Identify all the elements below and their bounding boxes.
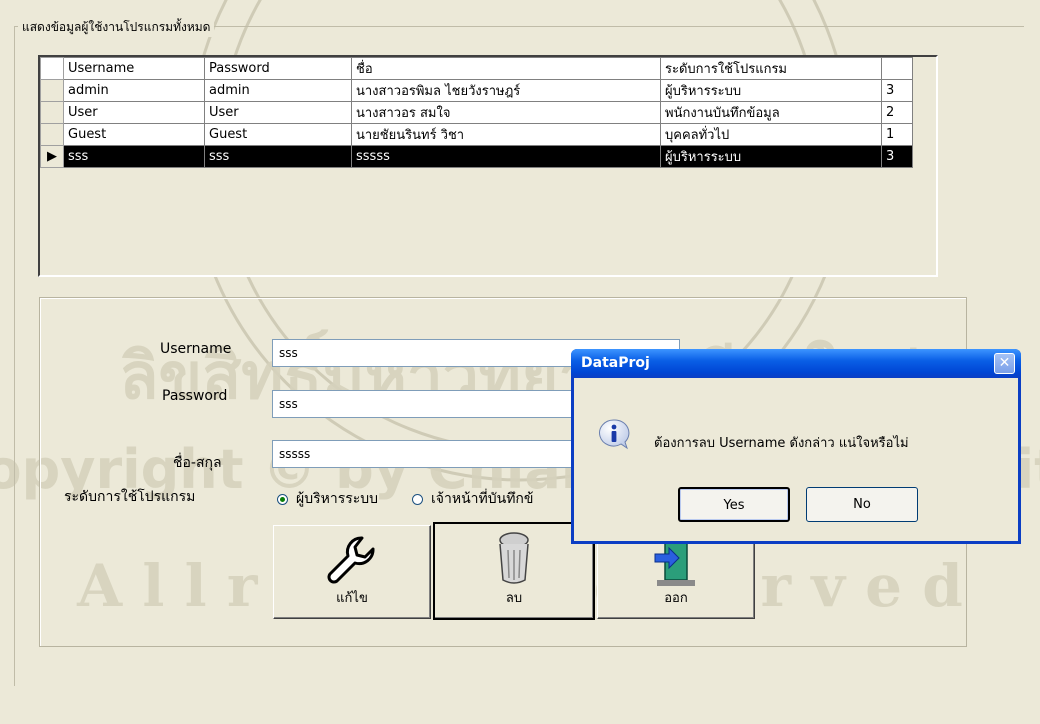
cell-password[interactable]: admin [204, 79, 352, 102]
wrench-icon [327, 536, 375, 584]
yes-button[interactable]: Yes [678, 487, 790, 522]
cell-password[interactable]: User [204, 101, 352, 124]
dialog-title: DataProj [581, 355, 650, 371]
password-label: Password [162, 388, 228, 404]
radio-selected-indicator[interactable] [277, 493, 288, 505]
table-header-row: Username Password ชื่อ ระดับการใช้โปรแกร… [40, 57, 913, 80]
cell-level[interactable]: ผู้บริหารระบบ [660, 145, 882, 168]
table-row[interactable]: User User นางสาวอร สมใจ พนักงานบันทึกข้อ… [40, 101, 913, 124]
delete-button-label: ลบ [505, 591, 523, 606]
cell-name[interactable]: นางสาวอร สมใจ [351, 101, 661, 124]
cell-level-code[interactable]: 2 [881, 101, 913, 124]
dialog-titlebar[interactable]: DataProj ✕ [571, 349, 1021, 378]
column-header-level[interactable]: ระดับการใช้โปรแกรม [660, 57, 882, 80]
cell-name[interactable]: นายชัยนรินทร์ วิชา [351, 123, 661, 146]
group-frame-left [14, 26, 15, 686]
users-data-grid[interactable]: Username Password ชื่อ ระดับการใช้โปรแกร… [38, 55, 938, 277]
row-selector[interactable] [40, 123, 64, 146]
column-header-name[interactable]: ชื่อ [351, 57, 661, 80]
trash-can-icon [499, 532, 529, 584]
cell-name[interactable]: นางสาวอรพิมล ไชยวังราษฎร์ [351, 79, 661, 102]
close-icon[interactable]: ✕ [994, 353, 1015, 374]
cell-password[interactable]: Guest [204, 123, 352, 146]
information-icon [599, 419, 630, 450]
username-label: Username [160, 341, 232, 357]
cell-name[interactable]: sssss [351, 145, 661, 168]
group-title: แสดงข้อมูลผู้ใช้งานโปรแกรมทั้งหมด [18, 18, 215, 37]
edit-button-label: แก้ไข [336, 591, 368, 606]
fullname-label: ชื่อ-สกุล [173, 455, 222, 471]
table-row[interactable]: Guest Guest นายชัยนรินทร์ วิชา บุคคลทั่ว… [40, 123, 913, 146]
level-option-staff-label: เจ้าหน้าที่บันทึกข้ [431, 491, 534, 507]
edit-button[interactable]: แก้ไข [273, 525, 431, 619]
cell-username[interactable]: admin [63, 79, 205, 102]
cell-level-code[interactable]: 3 [881, 79, 913, 102]
cell-level-code[interactable]: 1 [881, 123, 913, 146]
cell-level[interactable]: ผู้บริหารระบบ [660, 79, 882, 102]
cell-level[interactable]: บุคคลทั่วไป [660, 123, 882, 146]
column-header-username[interactable]: Username [63, 57, 205, 80]
column-header-level-code[interactable] [881, 57, 913, 80]
row-selector[interactable] [40, 101, 64, 124]
table-row[interactable]: admin admin นางสาวอรพิมล ไชยวังราษฎร์ ผู… [40, 79, 913, 102]
confirm-dialog[interactable]: DataProj ✕ ต้องการลบ Username ดังกล่าว แ… [571, 349, 1021, 544]
level-radio-admin[interactable]: ผู้บริหารระบบ [277, 488, 378, 510]
cell-password[interactable]: sss [204, 145, 352, 168]
current-row-arrow-icon[interactable]: ▶ [40, 145, 64, 168]
row-selector[interactable] [40, 79, 64, 102]
level-label: ระดับการใช้โปรแกรม [64, 489, 196, 505]
column-header-password[interactable]: Password [204, 57, 352, 80]
level-radio-staff[interactable]: เจ้าหน้าที่บันทึกข้ [412, 488, 533, 510]
cell-username[interactable]: Guest [63, 123, 205, 146]
cell-username[interactable]: User [63, 101, 205, 124]
cell-username[interactable]: sss [63, 145, 205, 168]
cell-level[interactable]: พนักงานบันทึกข้อมูล [660, 101, 882, 124]
dialog-message: ต้องการลบ Username ดังกล่าว แน่ใจหรือไม่ [654, 436, 909, 451]
exit-button-label: ออก [664, 591, 688, 606]
radio-indicator[interactable] [412, 493, 423, 505]
level-option-admin-label: ผู้บริหารระบบ [296, 491, 379, 507]
cell-level-code[interactable]: 3 [881, 145, 913, 168]
row-header-corner [40, 57, 64, 80]
no-button[interactable]: No [806, 487, 918, 522]
table-row-selected[interactable]: ▶ sss sss sssss ผู้บริหารระบบ 3 [40, 145, 913, 168]
users-table: Username Password ชื่อ ระดับการใช้โปรแกร… [40, 57, 913, 168]
